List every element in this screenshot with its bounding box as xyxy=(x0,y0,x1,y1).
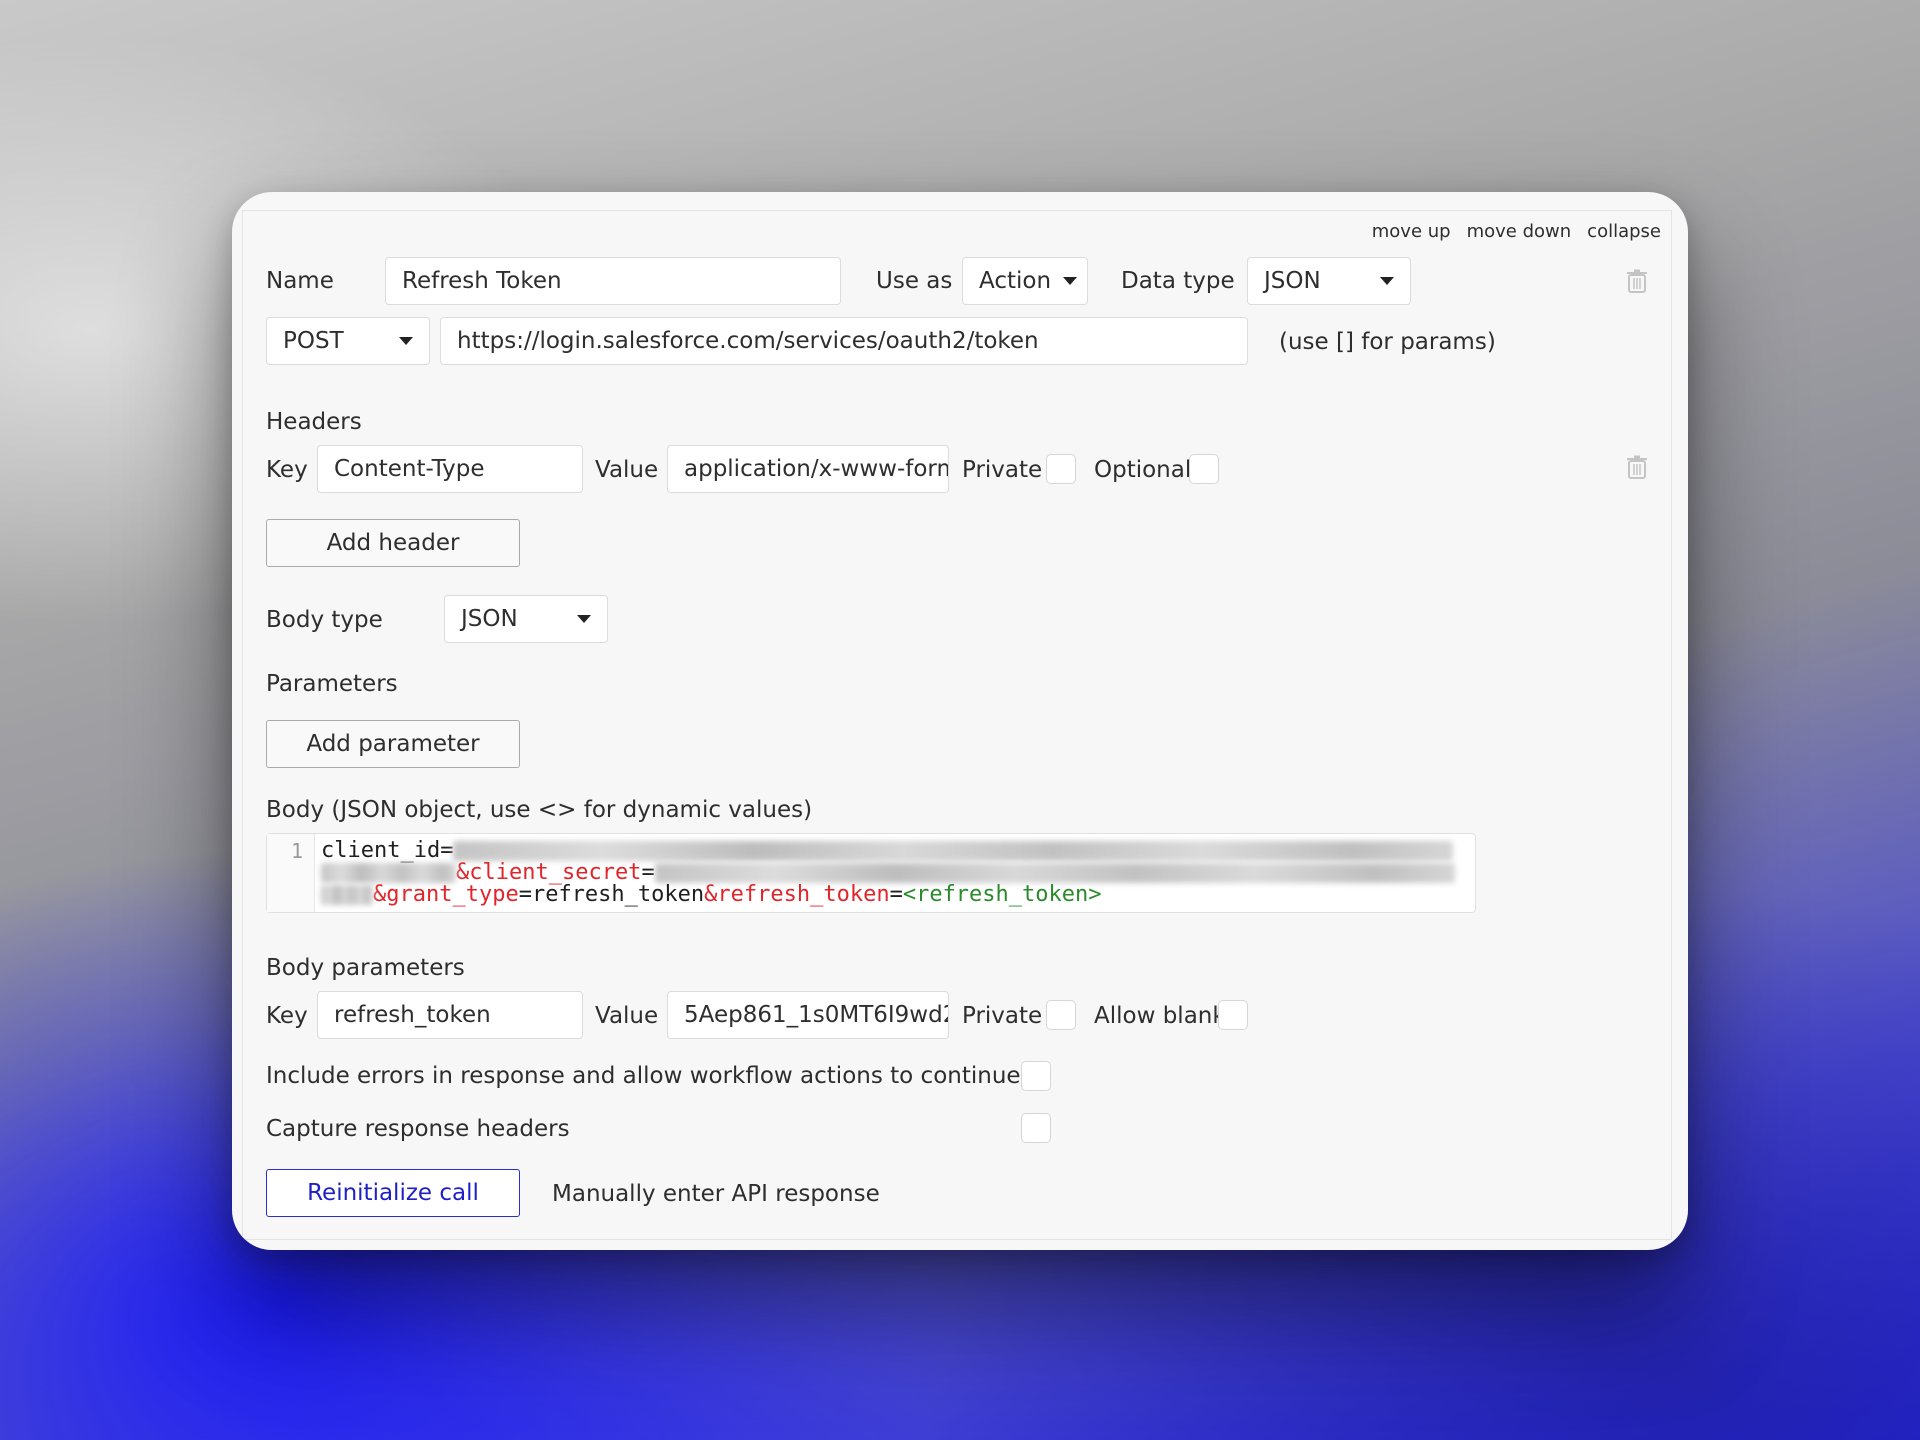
body-type-select[interactable]: JSON xyxy=(444,595,608,643)
header-value-value: application/x-www-form-urlencoded xyxy=(684,456,948,482)
body-param-key-value: refresh_token xyxy=(334,1002,491,1028)
body-param-value-value: 5Aep861_1s0MT6I9wd2Aa xyxy=(684,1002,948,1028)
header-private-label: Private xyxy=(962,457,1043,483)
redacted-client-id xyxy=(453,841,1454,861)
headers-title: Headers xyxy=(266,409,362,435)
header-value-input[interactable]: application/x-www-form-urlencoded xyxy=(667,445,949,493)
reinitialize-call-button[interactable]: Reinitialize call xyxy=(266,1169,520,1217)
trash-icon[interactable] xyxy=(1627,269,1647,293)
code-grant-type-value: refresh_token xyxy=(531,882,705,907)
include-errors-checkbox[interactable] xyxy=(1021,1061,1051,1091)
use-as-select[interactable]: Action xyxy=(962,257,1088,305)
body-param-value-input[interactable]: 5Aep861_1s0MT6I9wd2Aa xyxy=(667,991,949,1039)
header-key-label: Key xyxy=(266,457,308,483)
chevron-down-icon xyxy=(399,337,413,345)
chevron-down-icon xyxy=(1380,277,1394,285)
panel-actions: move up move down collapse xyxy=(1372,221,1661,242)
body-title: Body (JSON object, use <> for dynamic va… xyxy=(266,797,813,823)
add-parameter-button[interactable]: Add parameter xyxy=(266,720,520,768)
redacted-client-secret xyxy=(654,863,1455,883)
code-line-3: &grant_type=refresh_token&refresh_token=… xyxy=(321,884,1102,906)
move-down-link[interactable]: move down xyxy=(1467,221,1572,242)
capture-headers-label: Capture response headers xyxy=(266,1116,570,1142)
manual-response-link[interactable]: Manually enter API response xyxy=(552,1179,880,1209)
parameters-title: Parameters xyxy=(266,671,398,697)
body-param-private-checkbox[interactable] xyxy=(1046,1000,1076,1030)
redacted-client-secret-cont xyxy=(321,885,373,905)
body-param-allow-blank-checkbox[interactable] xyxy=(1218,1000,1248,1030)
chevron-down-icon xyxy=(577,615,591,623)
name-value: Refresh Token xyxy=(402,268,562,294)
name-input[interactable]: Refresh Token xyxy=(385,257,841,305)
name-label: Name xyxy=(266,268,334,294)
header-private-checkbox[interactable] xyxy=(1046,454,1076,484)
body-type-value: JSON xyxy=(461,606,518,632)
data-type-label: Data type xyxy=(1121,268,1235,294)
body-parameters-title: Body parameters xyxy=(266,955,465,981)
url-input[interactable]: https://login.salesforce.com/services/oa… xyxy=(440,317,1248,365)
move-up-link[interactable]: move up xyxy=(1372,221,1451,242)
url-hint: (use [] for params) xyxy=(1279,329,1496,355)
body-param-key-input[interactable]: refresh_token xyxy=(317,991,583,1039)
code-eq: = xyxy=(518,882,532,907)
header-optional-label: Optional xyxy=(1094,457,1192,483)
redacted-client-id-cont xyxy=(321,863,456,883)
method-select[interactable]: POST xyxy=(266,317,430,365)
code-line-1: client_id= xyxy=(321,838,1454,863)
trash-icon[interactable] xyxy=(1627,455,1647,479)
data-type-value: JSON xyxy=(1264,268,1321,294)
code-client-id-key: client_id= xyxy=(321,838,454,863)
header-key-value: Content-Type xyxy=(334,456,485,482)
body-param-private-label: Private xyxy=(962,1003,1043,1029)
collapse-link[interactable]: collapse xyxy=(1587,221,1661,242)
body-param-key-label: Key xyxy=(266,1003,308,1029)
chevron-down-icon xyxy=(1063,277,1078,285)
data-type-select[interactable]: JSON xyxy=(1247,257,1411,305)
api-call-card: move up move down collapse Name Refresh … xyxy=(232,192,1688,1250)
body-param-allow-blank-label: Allow blank xyxy=(1094,1003,1226,1029)
body-type-label: Body type xyxy=(266,607,383,633)
method-value: POST xyxy=(283,328,344,354)
code-gutter: 1 xyxy=(267,834,315,912)
code-line-2: &client_secret= xyxy=(321,862,1455,884)
include-errors-label: Include errors in response and allow wor… xyxy=(266,1063,1021,1089)
header-optional-checkbox[interactable] xyxy=(1189,454,1219,484)
code-eq: = xyxy=(889,882,903,907)
add-header-button[interactable]: Add header xyxy=(266,519,520,567)
use-as-value: Action xyxy=(979,268,1052,294)
api-call-panel: move up move down collapse Name Refresh … xyxy=(242,210,1672,1240)
code-dynamic-value: <refresh_token> xyxy=(902,882,1102,907)
code-grant-type-key: &grant_type xyxy=(373,882,519,907)
capture-headers-checkbox[interactable] xyxy=(1021,1113,1051,1143)
use-as-label: Use as xyxy=(876,268,953,294)
header-key-input[interactable]: Content-Type xyxy=(317,445,583,493)
code-refresh-token-key: &refresh_token xyxy=(704,882,890,907)
header-value-label: Value xyxy=(595,457,659,483)
url-value: https://login.salesforce.com/services/oa… xyxy=(457,328,1039,354)
line-number: 1 xyxy=(291,839,304,863)
body-code-editor[interactable]: 1 client_id= &client_secret= &grant_type… xyxy=(266,833,1476,913)
body-param-value-label: Value xyxy=(595,1003,659,1029)
